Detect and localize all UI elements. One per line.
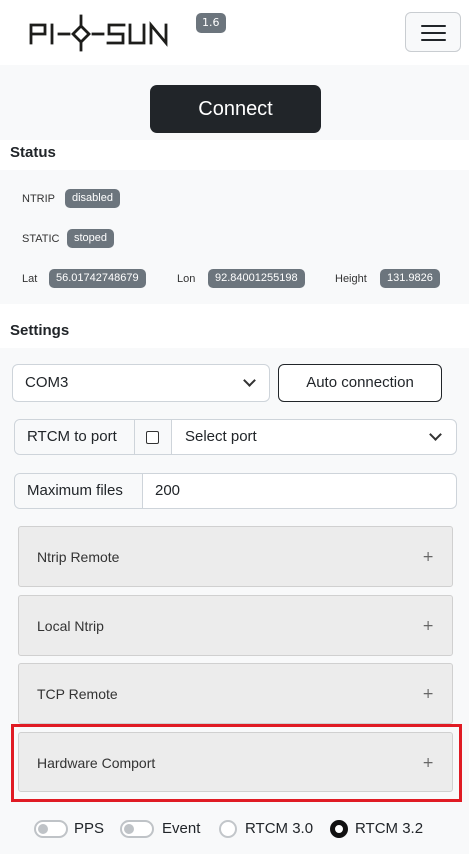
switch-knob — [38, 824, 48, 834]
lat-label: Lat — [22, 273, 38, 285]
hamburger-icon-bar — [421, 39, 446, 41]
pps-label: PPS — [74, 820, 105, 837]
rtcm30-label: RTCM 3.0 — [245, 820, 314, 837]
com-port-select[interactable]: COM3 — [12, 364, 270, 402]
rtcm-to-port-checkbox-addon — [135, 420, 172, 454]
lat-value-badge: 56.01742748679 — [49, 269, 146, 288]
expand-plus-icon: + — [422, 549, 434, 565]
maximum-files-group: Maximum files 200 — [14, 473, 457, 509]
status-title: Status — [10, 144, 56, 161]
highlight-box — [11, 724, 462, 802]
maximum-files-input[interactable]: 200 — [155, 474, 180, 508]
hamburger-icon-bar — [421, 32, 446, 34]
height-value-badge: 131.9826 — [380, 269, 440, 288]
navbar: 1.6 — [0, 0, 469, 65]
ntrip-label: NTRIP — [22, 193, 55, 205]
com-port-value: COM3 — [25, 374, 69, 391]
static-status-badge: stoped — [67, 229, 115, 248]
pi-sun-logo[interactable] — [28, 12, 178, 52]
menu-toggle-button[interactable] — [405, 12, 461, 52]
lon-label: Lon — [177, 273, 196, 285]
rtcm-to-port-label: RTCM to port — [15, 420, 135, 454]
switch-knob — [124, 824, 134, 834]
rtcm32-label: RTCM 3.2 — [355, 820, 424, 837]
pps-switch[interactable] — [34, 820, 68, 838]
rtcm32-radio[interactable] — [330, 820, 348, 838]
select-port-dropdown[interactable]: Select port — [185, 420, 257, 454]
rtcm-to-port-group: RTCM to port Select port — [14, 419, 457, 455]
event-switch[interactable] — [120, 820, 154, 838]
lon-value-badge: 92.84001255198 — [208, 269, 305, 288]
accordion-label: Ntrip Remote — [37, 549, 120, 565]
settings-title: Settings — [10, 322, 70, 339]
static-label: STATIC — [22, 233, 60, 245]
accordion-tcp-remote[interactable]: TCP Remote + — [18, 663, 453, 724]
connect-button[interactable]: Connect — [150, 85, 321, 133]
version-badge: 1.6 — [196, 13, 226, 33]
height-label: Height — [335, 273, 367, 285]
maximum-files-label: Maximum files — [15, 474, 143, 508]
hamburger-icon — [421, 25, 446, 27]
ntrip-status-badge: disabled — [65, 189, 120, 208]
accordion-local-ntrip[interactable]: Local Ntrip + — [18, 595, 453, 656]
accordion-ntrip-remote[interactable]: Ntrip Remote + — [18, 526, 453, 587]
rtcm-to-port-checkbox[interactable] — [146, 431, 159, 444]
chevron-down-icon — [243, 374, 256, 387]
rtcm30-radio[interactable] — [219, 820, 237, 838]
auto-connection-button[interactable]: Auto connection — [278, 364, 442, 402]
chevron-down-icon — [429, 428, 442, 441]
expand-plus-icon: + — [422, 618, 434, 634]
accordion-label: Local Ntrip — [37, 618, 104, 634]
event-label: Event — [162, 820, 201, 837]
expand-plus-icon: + — [422, 686, 434, 702]
accordion-label: TCP Remote — [37, 686, 118, 702]
